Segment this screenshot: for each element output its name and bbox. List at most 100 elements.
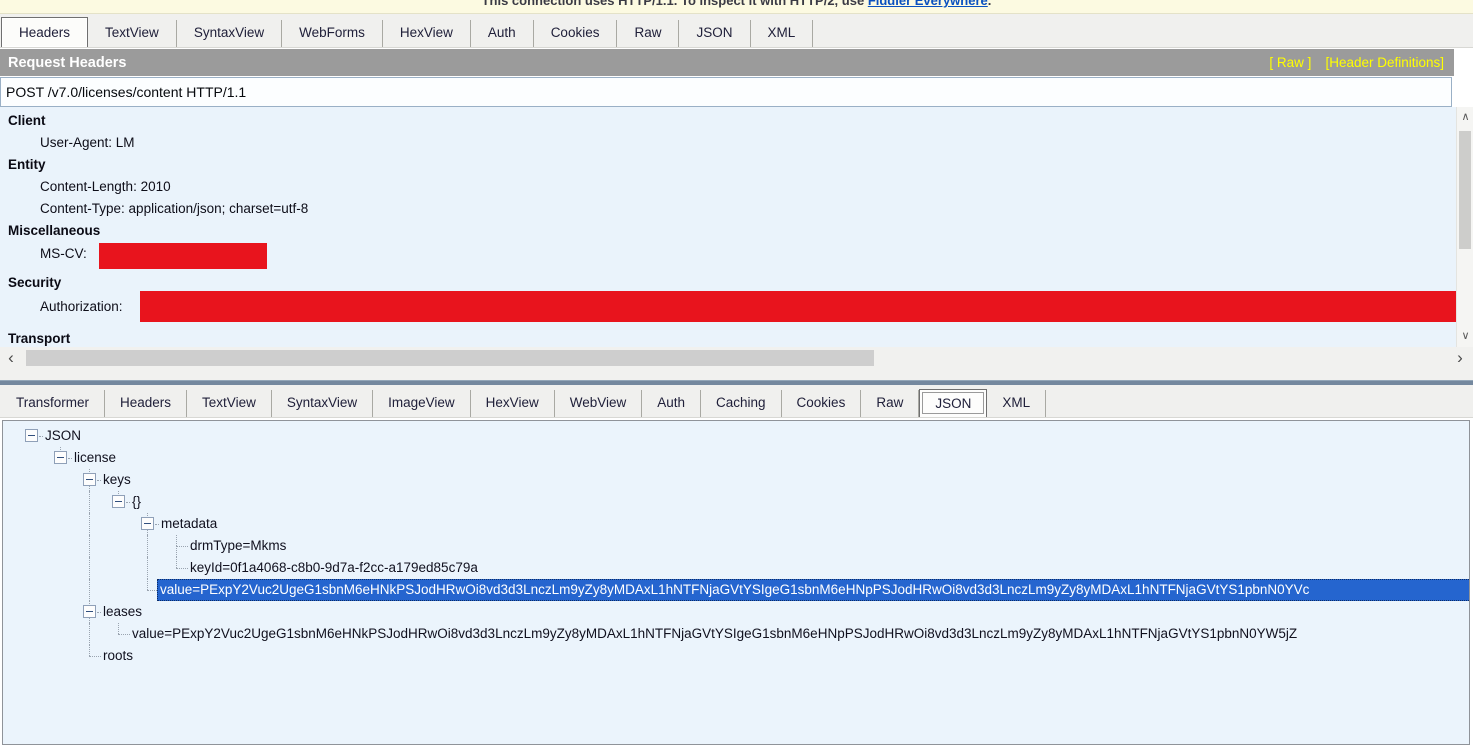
tree-collapse-toggle-icon[interactable] xyxy=(83,605,96,618)
request-tab-cookies[interactable]: Cookies xyxy=(534,20,618,47)
response-tab-webview[interactable]: WebView xyxy=(555,390,643,417)
tree-node-row[interactable]: leases xyxy=(3,601,1469,623)
header-section-name: Transport xyxy=(0,328,1456,347)
tree-node-row[interactable]: {} xyxy=(3,491,1469,513)
tree-guide-line xyxy=(89,491,90,513)
splitter-gap xyxy=(0,369,1473,380)
banner-text-end: . xyxy=(988,0,992,8)
tree-guide-line xyxy=(147,557,148,579)
tree-node-row[interactable]: metadata xyxy=(3,513,1469,535)
redaction-block xyxy=(99,243,267,269)
header-item[interactable]: MS-CV: xyxy=(0,242,1456,272)
tree-node-label[interactable]: keys xyxy=(103,469,131,491)
response-tab-syntaxview[interactable]: SyntaxView xyxy=(272,390,373,417)
tree-node-label[interactable]: value=PExpY2Vuc2UgeG1sbnM6eHNkPSJodHRwOi… xyxy=(132,623,1297,645)
request-line-box[interactable]: POST /v7.0/licenses/content HTTP/1.1 xyxy=(0,77,1452,107)
tree-node-label-selected[interactable]: value=PExpY2Vuc2UgeG1sbnM6eHNkPSJodHRwOi… xyxy=(157,579,1470,601)
response-tab-hexview[interactable]: HexView xyxy=(471,390,555,417)
request-line-text: POST /v7.0/licenses/content HTTP/1.1 xyxy=(6,84,246,100)
request-tab-raw[interactable]: Raw xyxy=(617,20,679,47)
header-item[interactable]: Content-Type: application/json; charset=… xyxy=(0,198,1456,220)
raw-link[interactable]: [ Raw ] xyxy=(1269,55,1311,70)
response-tab-raw[interactable]: Raw xyxy=(861,390,919,417)
request-tab-textview[interactable]: TextView xyxy=(88,20,177,47)
tree-guide-line xyxy=(89,513,90,535)
vertical-scroll-thumb[interactable] xyxy=(1459,131,1471,249)
response-tab-headers[interactable]: Headers xyxy=(105,390,187,417)
tree-collapse-toggle-icon[interactable] xyxy=(25,429,38,442)
tree-node-label[interactable]: keyId=0f1a4068-c8b0-9d7a-f2cc-a179ed85c7… xyxy=(190,557,478,579)
response-tab-cookies[interactable]: Cookies xyxy=(782,390,862,417)
tree-node-row[interactable]: roots xyxy=(3,645,1469,667)
tree-guide-line xyxy=(176,546,177,557)
header-item[interactable]: User-Agent: LM xyxy=(0,132,1456,154)
tree-guide-line xyxy=(126,502,130,503)
request-tab-headers[interactable]: Headers xyxy=(1,17,88,47)
tree-guide-line xyxy=(39,436,43,437)
tree-node-row[interactable]: value=PExpY2Vuc2UgeG1sbnM6eHNkPSJodHRwOi… xyxy=(3,579,1469,601)
header-item-text: Authorization: xyxy=(40,299,123,314)
tree-guide-line xyxy=(155,524,159,525)
tree-node-row[interactable]: license xyxy=(3,447,1469,469)
tree-node-label[interactable]: leases xyxy=(103,601,142,623)
connection-info-banner: This connection uses HTTP/1.1. To inspec… xyxy=(0,0,1473,14)
tree-guide-line xyxy=(89,656,101,657)
tree-guide-line xyxy=(89,579,90,601)
tree-guide-line xyxy=(68,458,72,459)
tree-guide-line xyxy=(176,535,177,546)
request-tab-syntaxview[interactable]: SyntaxView xyxy=(177,20,282,47)
header-item[interactable]: Content-Length: 2010 xyxy=(0,176,1456,198)
tree-collapse-toggle-icon[interactable] xyxy=(83,473,96,486)
tree-node-row[interactable]: value=PExpY2Vuc2UgeG1sbnM6eHNkPSJodHRwOi… xyxy=(3,623,1469,645)
tree-guide-line xyxy=(97,480,101,481)
tree-collapse-toggle-icon[interactable] xyxy=(112,495,125,508)
header-item[interactable]: Authorization: xyxy=(0,294,1456,328)
fiddler-everywhere-link[interactable]: Fiddler Everywhere xyxy=(868,0,988,8)
headers-vertical-scrollbar[interactable]: ∧ ∨ xyxy=(1456,107,1473,347)
tree-guide-line xyxy=(118,623,119,634)
headers-horizontal-scrollbar[interactable]: ‹ › xyxy=(0,347,1473,369)
request-tab-auth[interactable]: Auth xyxy=(471,20,534,47)
response-tab-imageview[interactable]: ImageView xyxy=(373,390,471,417)
request-tab-xml[interactable]: XML xyxy=(751,20,814,47)
horizontal-scroll-thumb[interactable] xyxy=(26,350,874,366)
tree-guide-line xyxy=(176,568,188,569)
tree-guide-line xyxy=(176,546,188,547)
scroll-right-icon[interactable]: › xyxy=(1449,347,1471,369)
tree-guide-line xyxy=(89,557,90,579)
json-tree-panel: JSONlicensekeys{} metadatadrmType=Mkmskey… xyxy=(2,420,1470,745)
tree-node-row[interactable]: keyId=0f1a4068-c8b0-9d7a-f2cc-a179ed85c7… xyxy=(3,557,1469,579)
tree-node-row[interactable]: keys xyxy=(3,469,1469,491)
tree-node-label[interactable]: roots xyxy=(103,645,133,667)
header-definitions-link[interactable]: [Header Definitions] xyxy=(1325,55,1444,70)
tree-node-row[interactable]: JSON xyxy=(3,425,1469,447)
header-item-text: MS-CV: xyxy=(40,246,87,261)
tree-node-label[interactable]: JSON xyxy=(45,425,81,447)
request-headers-bar: Request Headers [ Raw ] [Header Definiti… xyxy=(0,49,1454,76)
header-item-text: User-Agent: LM xyxy=(40,135,135,150)
request-headers-panel: ClientUser-Agent: LMEntityContent-Length… xyxy=(0,107,1473,347)
tree-guide-line xyxy=(147,535,148,557)
response-tab-xml[interactable]: XML xyxy=(987,390,1046,417)
tree-node-label[interactable]: drmType=Mkms xyxy=(190,535,286,557)
scroll-down-icon[interactable]: ∨ xyxy=(1457,328,1473,345)
scroll-up-icon[interactable]: ∧ xyxy=(1457,109,1473,126)
scroll-left-icon[interactable]: ‹ xyxy=(0,347,22,369)
response-tab-json[interactable]: JSON xyxy=(919,389,987,417)
tree-node-row[interactable]: drmType=Mkms xyxy=(3,535,1469,557)
tree-guide-line xyxy=(89,645,90,656)
tree-node-label[interactable]: {} xyxy=(132,491,141,513)
response-tab-caching[interactable]: Caching xyxy=(701,390,782,417)
response-tab-auth[interactable]: Auth xyxy=(642,390,701,417)
request-headers-tree: ClientUser-Agent: LMEntityContent-Length… xyxy=(0,107,1456,347)
response-tab-textview[interactable]: TextView xyxy=(187,390,272,417)
request-tab-json[interactable]: JSON xyxy=(679,20,750,47)
tree-node-label[interactable]: metadata xyxy=(161,513,217,535)
response-tab-transformer[interactable]: Transformer xyxy=(1,390,105,417)
request-tab-hexview[interactable]: HexView xyxy=(383,20,471,47)
request-tab-webforms[interactable]: WebForms xyxy=(282,20,383,47)
tree-node-label[interactable]: license xyxy=(74,447,116,469)
tree-collapse-toggle-icon[interactable] xyxy=(141,517,154,530)
tree-collapse-toggle-icon[interactable] xyxy=(54,451,67,464)
banner-text: This connection uses HTTP/1.1. To inspec… xyxy=(482,0,868,8)
